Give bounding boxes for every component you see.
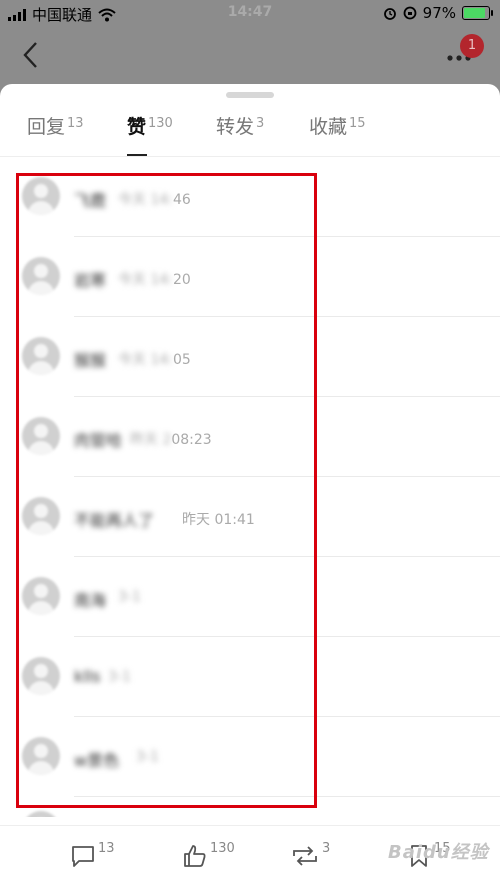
tab-favorites-count: 15 bbox=[349, 116, 366, 131]
like-count: 130 bbox=[210, 841, 235, 856]
repost-count: 3 bbox=[322, 841, 331, 856]
tab-likes-label: 赞 bbox=[127, 116, 147, 138]
notification-badge: 1 bbox=[460, 34, 484, 58]
battery-icon bbox=[462, 6, 493, 20]
tab-likes[interactable]: 赞 130 bbox=[127, 112, 173, 156]
comment-count: 13 bbox=[98, 841, 115, 856]
status-bar: 中国联通 14:47 97% bbox=[0, 0, 500, 26]
alarm-icon bbox=[383, 8, 396, 20]
tab-reposts-count: 3 bbox=[256, 116, 265, 131]
avatar bbox=[22, 811, 60, 817]
tab-replies[interactable]: 回复 13 bbox=[27, 112, 84, 156]
baidu-watermark: Baidu经验 bbox=[388, 842, 489, 863]
thumbs-up-icon bbox=[184, 845, 206, 867]
tab-favorites[interactable]: 收藏 15 bbox=[309, 112, 366, 156]
tab-likes-count: 130 bbox=[148, 116, 173, 131]
rotation-lock-icon bbox=[403, 6, 417, 20]
tab-replies-label: 回复 bbox=[27, 116, 66, 138]
battery-percent: 97% bbox=[422, 4, 456, 22]
tab-reposts[interactable]: 转发 3 bbox=[216, 112, 264, 156]
tab-bar: 回复 13 赞 130 转发 3 收藏 15 bbox=[0, 112, 500, 156]
drag-handle[interactable] bbox=[226, 92, 274, 98]
repost-icon bbox=[293, 846, 317, 866]
tab-replies-count: 13 bbox=[67, 116, 84, 131]
back-arrow-icon[interactable] bbox=[18, 40, 48, 70]
tab-reposts-label: 转发 bbox=[216, 116, 255, 138]
tab-favorites-label: 收藏 bbox=[309, 116, 348, 138]
comment-icon bbox=[72, 846, 94, 867]
highlight-annotation-box bbox=[16, 173, 317, 808]
